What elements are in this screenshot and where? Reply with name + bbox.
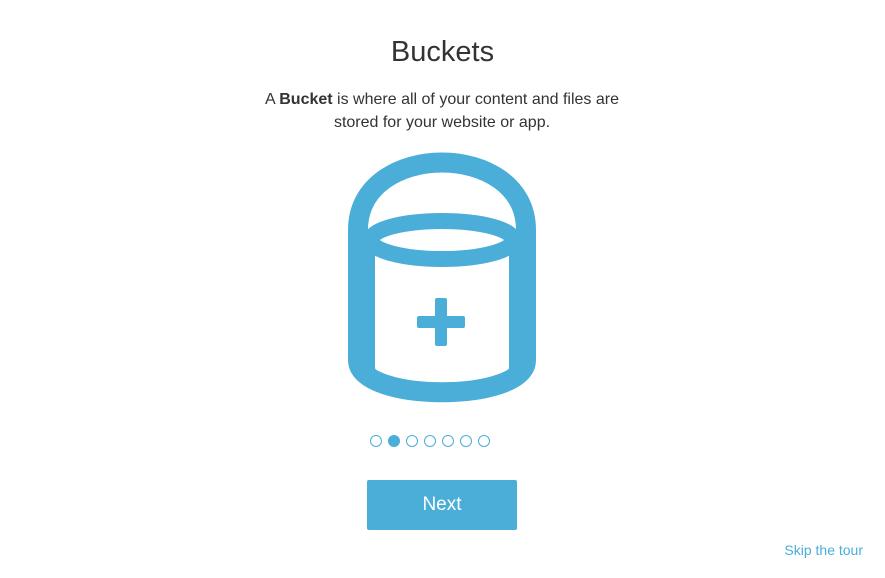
bucket-add-icon xyxy=(348,152,536,403)
description-suffix: is where all of your content and files a… xyxy=(332,91,619,131)
tour-step-indicator xyxy=(370,433,516,449)
step-dot-5[interactable] xyxy=(442,435,454,447)
step-dot-6[interactable] xyxy=(460,435,472,447)
step-dot-7[interactable] xyxy=(478,435,490,447)
tour-description: A Bucket is where all of your content an… xyxy=(242,88,642,134)
step-dot-3[interactable] xyxy=(406,435,418,447)
description-prefix: A xyxy=(265,91,280,108)
step-dot-4[interactable] xyxy=(424,435,436,447)
next-button[interactable]: Next xyxy=(367,480,517,530)
tour-title: Buckets xyxy=(390,36,495,68)
description-bold-term: Bucket xyxy=(279,91,333,108)
step-dot-2-active[interactable] xyxy=(388,435,400,447)
skip-tour-link[interactable]: Skip the tour xyxy=(784,542,863,558)
step-dot-1[interactable] xyxy=(370,435,382,447)
